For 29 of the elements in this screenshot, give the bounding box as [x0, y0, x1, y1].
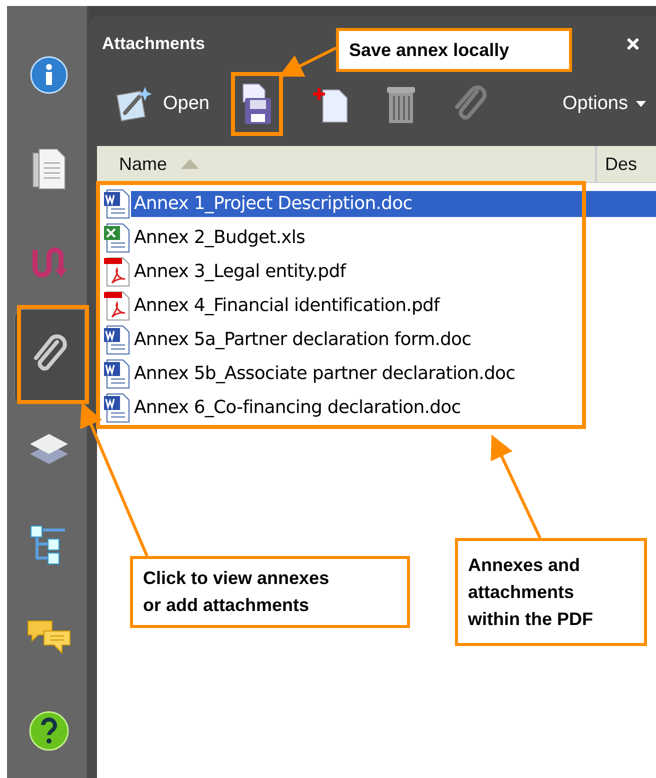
open-button[interactable]: Open: [109, 82, 216, 126]
file-name[interactable]: Annex 5b_Associate partner declaration.doc: [131, 361, 656, 387]
close-icon[interactable]: [626, 37, 640, 51]
excel-file-icon: [103, 223, 131, 253]
open-icon: [115, 85, 153, 123]
file-name[interactable]: Annex 1_Project Description.doc: [131, 191, 656, 217]
word-file-icon: [103, 189, 131, 219]
callout-text: Click to view annexes or add attachments: [130, 556, 410, 628]
callout-text: Annexes and attachments within the PDF: [455, 538, 647, 646]
column-header[interactable]: Name: [97, 146, 597, 182]
word-file-icon: [103, 325, 131, 355]
file-name[interactable]: Annex 3_Legal entity.pdf: [131, 259, 656, 285]
file-name[interactable]: Annex 4_Financial identification.pdf: [131, 293, 656, 319]
pdf-file-icon: [103, 291, 131, 321]
word-file-icon: [103, 393, 131, 423]
options-button[interactable]: Options: [556, 82, 652, 126]
caret-icon: [636, 101, 646, 107]
callout-text: Save annex locally: [336, 28, 572, 72]
word-file-icon: [103, 359, 131, 389]
pdf-file-icon: [103, 257, 131, 287]
column-header[interactable]: Des: [597, 146, 656, 182]
file-name[interactable]: Annex 5a_Partner declaration form.doc: [131, 327, 656, 353]
help-icon: [28, 710, 70, 752]
file-name[interactable]: Annex 6_Co-financing declaration.doc: [131, 395, 656, 421]
file-name[interactable]: Annex 2_Budget.xls: [131, 225, 656, 251]
pages-icon: [31, 146, 67, 191]
panel-title: Attachments: [102, 34, 205, 54]
sort-ascending-icon: [181, 159, 200, 169]
info-icon: [29, 54, 69, 95]
